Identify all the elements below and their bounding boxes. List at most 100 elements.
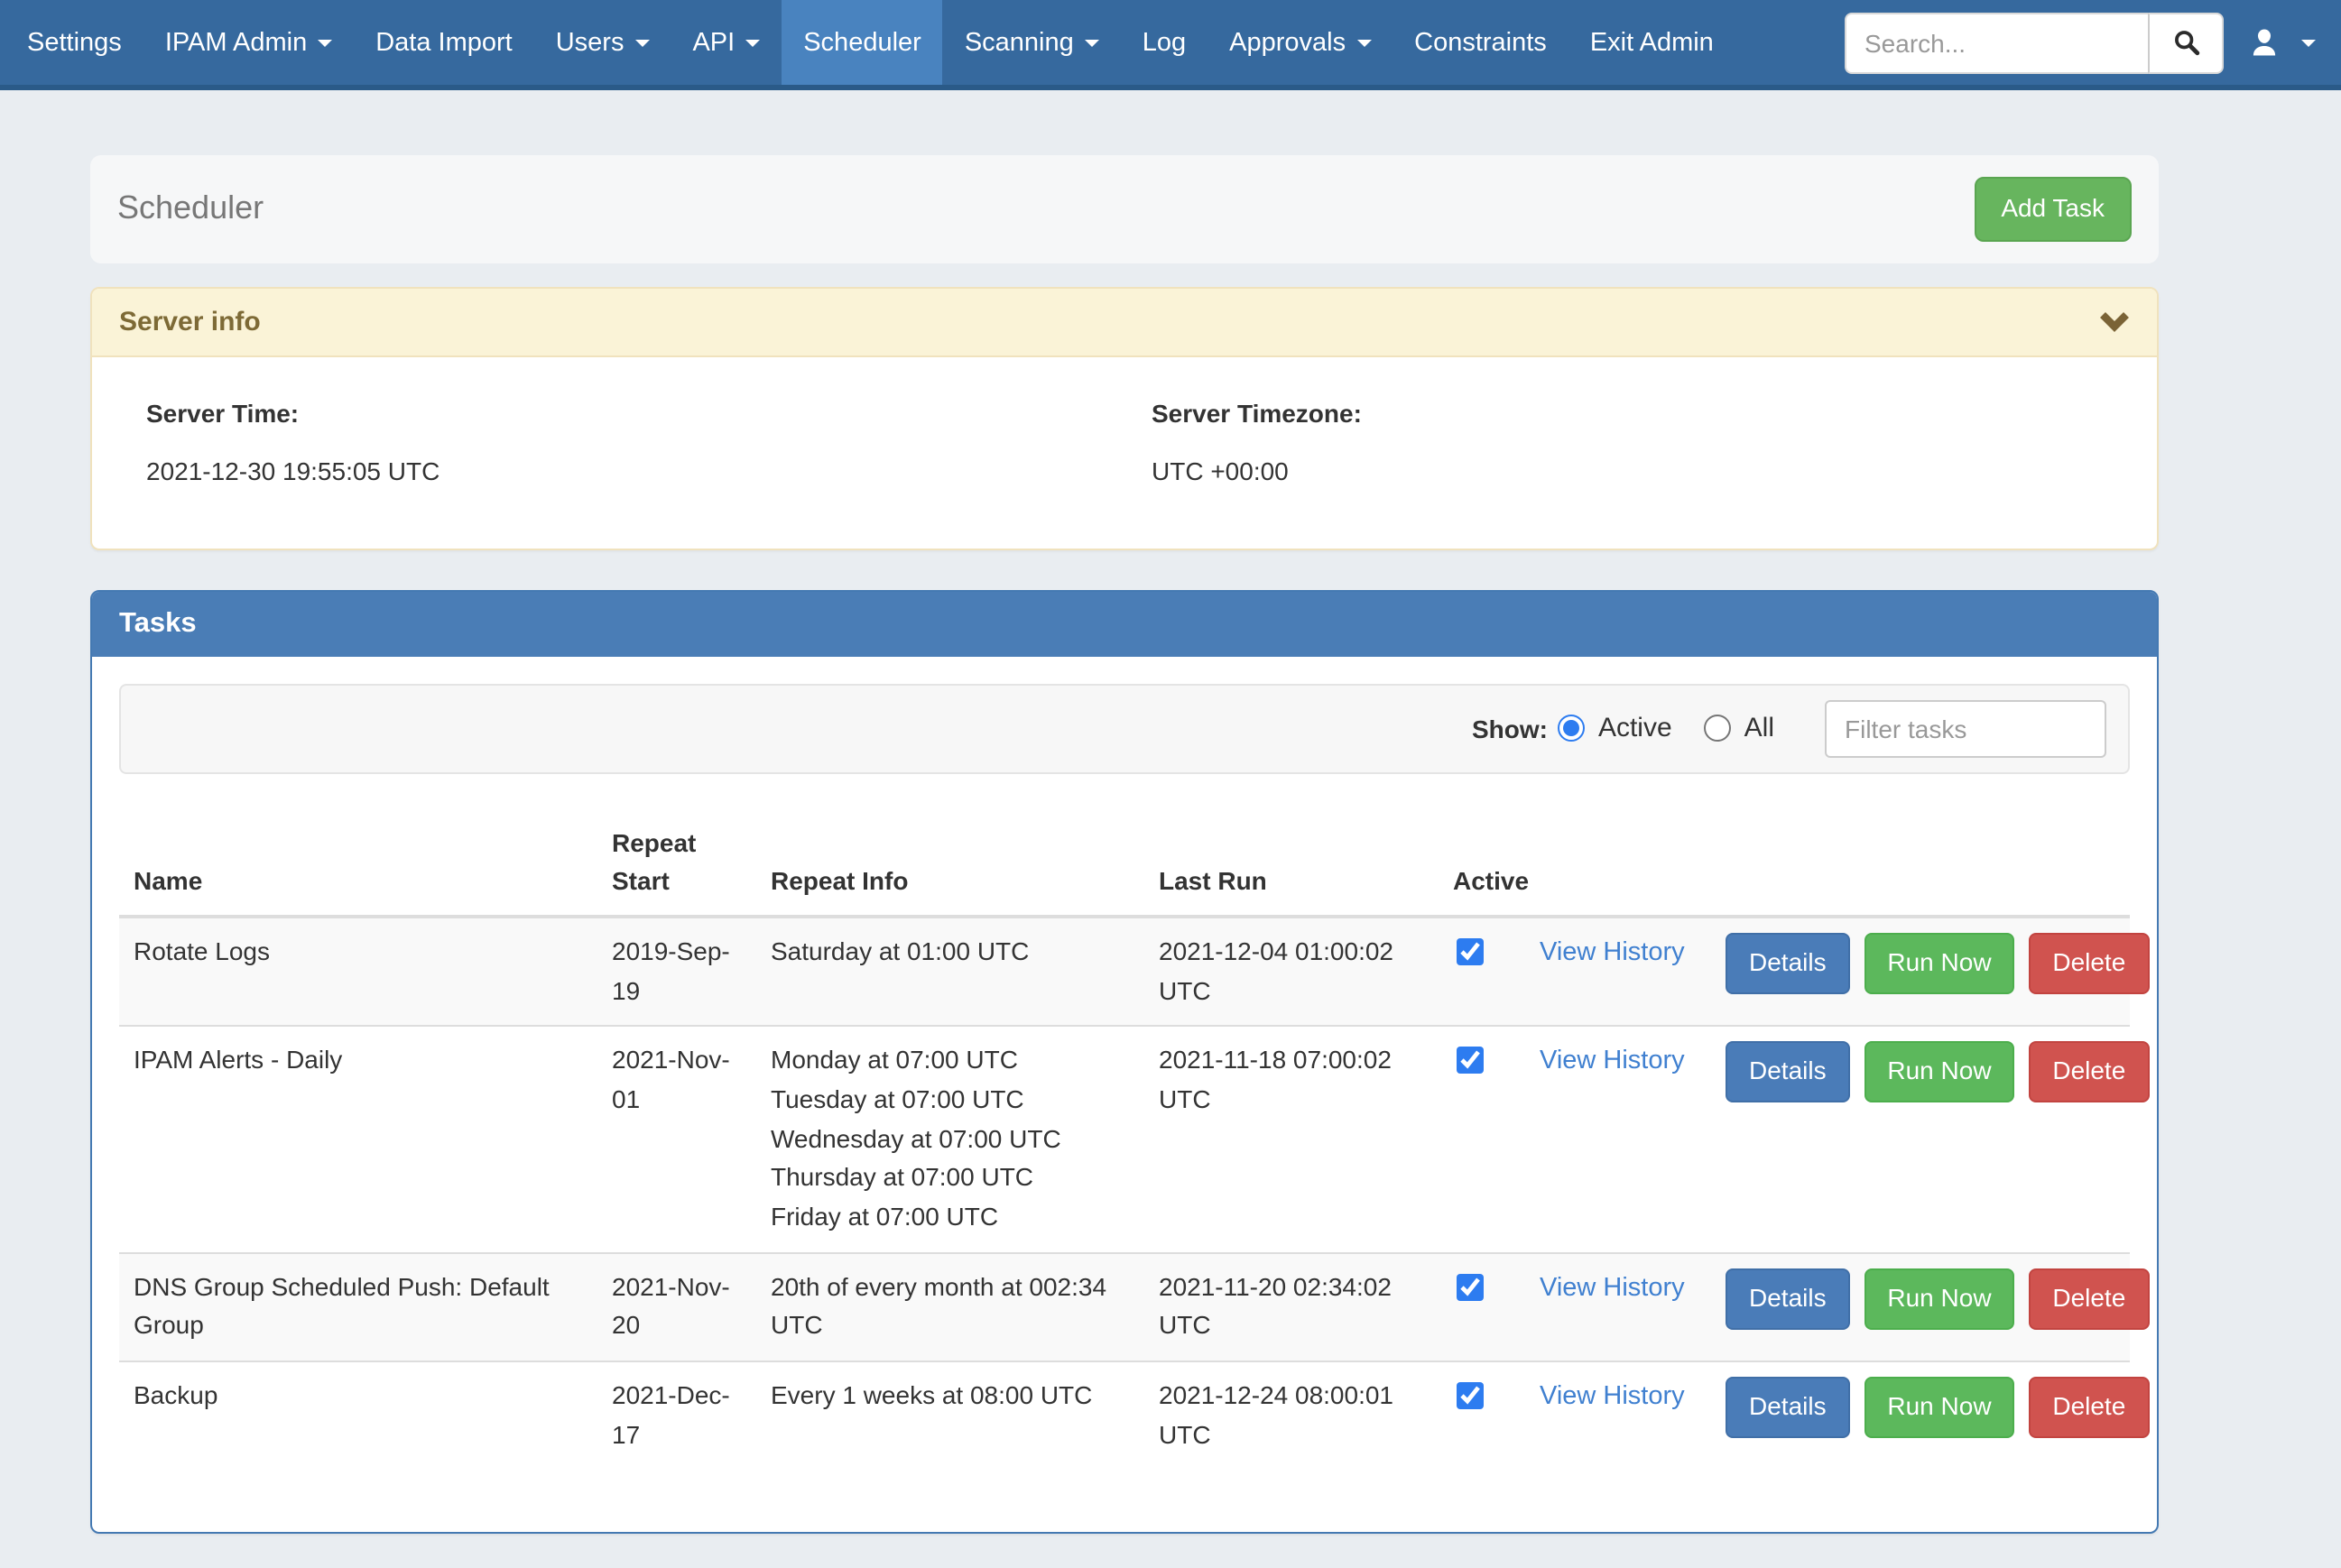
task-repeat-info-cell: Monday at 07:00 UTCTuesday at 07:00 UTCW… (756, 1027, 1144, 1253)
task-actions-cell: Details Run Now Delete (1711, 1252, 2130, 1361)
task-actions-cell: Details Run Now Delete (1711, 917, 2130, 1027)
task-history-cell: View History (1525, 1361, 1711, 1470)
tasks-panel-body: Show: Active All Name Re (92, 657, 2157, 1533)
details-button[interactable]: Details (1726, 1268, 1850, 1329)
delete-button[interactable]: Delete (2029, 1377, 2149, 1438)
nav-item-ipam-admin[interactable]: IPAM Admin (143, 0, 354, 85)
details-button[interactable]: Details (1726, 1377, 1850, 1438)
user-caret-icon (2301, 39, 2316, 46)
delete-button[interactable]: Delete (2029, 1268, 2149, 1329)
nav-item-users[interactable]: Users (534, 0, 671, 85)
task-last-run-cell: 2021-11-18 07:00:02 UTC (1144, 1027, 1439, 1253)
show-active-radio-group[interactable]: Active (1559, 714, 1672, 744)
task-history-cell: View History (1525, 1252, 1711, 1361)
task-active-checkbox[interactable] (1457, 1047, 1484, 1075)
task-active-checkbox[interactable] (1457, 1273, 1484, 1300)
server-timezone-value: UTC +00:00 (1152, 457, 2103, 485)
run-now-button[interactable]: Run Now (1864, 1377, 2014, 1438)
task-active-cell (1439, 1252, 1525, 1361)
caret-down-icon (318, 39, 332, 46)
view-history-link[interactable]: View History (1540, 1273, 1685, 1302)
task-repeat-info-cell: Every 1 weeks at 08:00 UTC (756, 1361, 1144, 1470)
delete-button[interactable]: Delete (2029, 1042, 2149, 1103)
search-input[interactable] (1845, 12, 2148, 73)
tasks-panel-title: Tasks (92, 592, 2157, 657)
details-button[interactable]: Details (1726, 933, 1850, 994)
nav-item-constraints[interactable]: Constraints (1393, 0, 1568, 85)
show-active-radio[interactable] (1559, 715, 1586, 742)
column-header-repeat-start: Repeat Start (597, 810, 756, 917)
show-all-radio-group[interactable]: All (1705, 714, 1774, 744)
task-row: DNS Group Scheduled Push: Default Group … (119, 1252, 2130, 1361)
server-time-value: 2021-12-30 19:55:05 UTC (146, 457, 1097, 485)
page: Settings IPAM Admin Data Import Users AP… (0, 0, 2341, 1568)
caret-down-icon (634, 39, 649, 46)
task-history-cell: View History (1525, 1027, 1711, 1253)
nav-item-scanning[interactable]: Scanning (943, 0, 1121, 85)
task-repeat-info-cell: Saturday at 01:00 UTC (756, 917, 1144, 1027)
user-icon (2249, 27, 2280, 58)
user-menu[interactable] (2249, 27, 2316, 58)
nav-item-settings[interactable]: Settings (5, 0, 143, 85)
view-history-link[interactable]: View History (1540, 938, 1685, 967)
top-navbar: Settings IPAM Admin Data Import Users AP… (0, 0, 2341, 90)
task-name-cell: Backup (119, 1361, 597, 1470)
column-header-last-run: Last Run (1144, 810, 1439, 917)
task-actions-cell: Details Run Now Delete (1711, 1027, 2130, 1253)
run-now-button[interactable]: Run Now (1864, 1268, 2014, 1329)
delete-button[interactable]: Delete (2029, 933, 2149, 994)
filter-tasks-input[interactable] (1825, 700, 2106, 758)
tasks-filter-bar: Show: Active All (119, 684, 2130, 774)
nav-item-scheduler[interactable]: Scheduler (782, 0, 943, 85)
tasks-table-header-row: Name Repeat Start Repeat Info Last Run A… (119, 810, 2130, 917)
navbar-right (1845, 0, 2316, 85)
nav-item-api[interactable]: API (671, 0, 782, 85)
task-last-run-cell: 2021-11-20 02:34:02 UTC (1144, 1252, 1439, 1361)
task-repeat-start-cell: 2021-Nov-20 (597, 1252, 756, 1361)
task-active-cell (1439, 917, 1525, 1027)
task-active-cell (1439, 1361, 1525, 1470)
nav-item-approvals[interactable]: Approvals (1208, 0, 1393, 85)
caret-down-icon (1085, 39, 1099, 46)
task-repeat-start-cell: 2019-Sep-19 (597, 917, 756, 1027)
column-header-history-spacer (1525, 810, 1711, 917)
nav-item-data-import[interactable]: Data Import (354, 0, 534, 85)
server-info-panel: Server info Server Time: 2021-12-30 19:5… (90, 287, 2159, 550)
task-active-checkbox[interactable] (1457, 1382, 1484, 1409)
page-header-panel: Scheduler Add Task (90, 155, 2159, 263)
tasks-panel: Tasks Show: Active All (90, 590, 2159, 1535)
show-all-label: All (1744, 714, 1774, 744)
show-label: Show: (1472, 715, 1548, 743)
search-icon (2172, 29, 2199, 56)
details-button[interactable]: Details (1726, 1042, 1850, 1103)
task-row: IPAM Alerts - Daily 2021-Nov-01 Monday a… (119, 1027, 2130, 1253)
server-info-heading[interactable]: Server info (92, 289, 2157, 357)
task-repeat-start-cell: 2021-Nov-01 (597, 1027, 756, 1253)
task-history-cell: View History (1525, 917, 1711, 1027)
column-header-repeat-info: Repeat Info (756, 810, 1144, 917)
task-active-checkbox[interactable] (1457, 938, 1484, 965)
search-button[interactable] (2148, 12, 2224, 73)
server-info-body: Server Time: 2021-12-30 19:55:05 UTC Ser… (92, 357, 2157, 549)
task-active-cell (1439, 1027, 1525, 1253)
task-repeat-start-cell: 2021-Dec-17 (597, 1361, 756, 1470)
nav-item-log[interactable]: Log (1121, 0, 1208, 85)
task-last-run-cell: 2021-12-24 08:00:01 UTC (1144, 1361, 1439, 1470)
column-header-actions-spacer (1711, 810, 2130, 917)
show-all-radio[interactable] (1705, 715, 1732, 742)
chevron-down-icon[interactable] (2099, 312, 2130, 332)
column-header-name: Name (119, 810, 597, 917)
server-info-title: Server info (119, 307, 261, 337)
task-name-cell: DNS Group Scheduled Push: Default Group (119, 1252, 597, 1361)
page-title: Scheduler (117, 190, 264, 228)
server-timezone-block: Server Timezone: UTC +00:00 (1124, 384, 2130, 485)
view-history-link[interactable]: View History (1540, 1047, 1685, 1076)
caret-down-icon (745, 39, 760, 46)
run-now-button[interactable]: Run Now (1864, 1042, 2014, 1103)
nav-item-exit-admin[interactable]: Exit Admin (1568, 0, 1735, 85)
add-task-button[interactable]: Add Task (1974, 177, 2132, 242)
tasks-table: Name Repeat Start Repeat Info Last Run A… (119, 810, 2130, 1470)
task-name-cell: Rotate Logs (119, 917, 597, 1027)
view-history-link[interactable]: View History (1540, 1382, 1685, 1411)
run-now-button[interactable]: Run Now (1864, 933, 2014, 994)
